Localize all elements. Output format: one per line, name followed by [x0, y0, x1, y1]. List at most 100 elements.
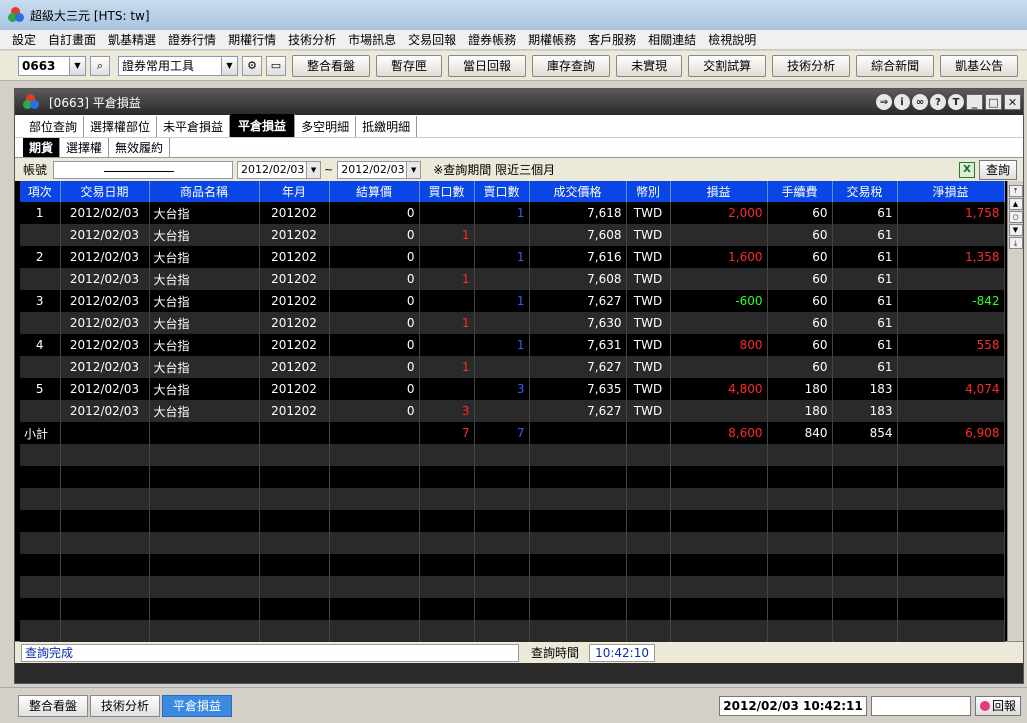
date-from-field[interactable]: 2012/02/03 ▼: [237, 160, 322, 179]
column-header[interactable]: 幣別: [626, 181, 671, 202]
menu-item[interactable]: 期權行情: [222, 31, 282, 48]
toolbar-button[interactable]: 技術分析: [772, 54, 851, 77]
menu-item[interactable]: 凱基精選: [102, 31, 162, 48]
table-row[interactable]: 2 2012/02/03 大台指 201202 0 1 7,616 TWD 1,600 60 61 1…: [20, 246, 1005, 268]
menu-item[interactable]: 期權帳務: [522, 31, 582, 48]
toolbar-button[interactable]: 凱基公告: [940, 54, 1019, 77]
bottom-tab[interactable]: 整合看盤: [18, 694, 89, 717]
tab-item[interactable]: 抵繳明細: [356, 116, 418, 137]
bottom-tab[interactable]: 平倉損益: [162, 694, 233, 717]
table-row[interactable]: 小計 7 7 8,600 840 854 6,908: [20, 422, 1005, 444]
table-row[interactable]: 3 2012/02/03 大台指 201202 0 1 7,627 TWD -600 60 61 -8…: [20, 290, 1005, 312]
empty-cell: [20, 444, 61, 466]
column-header[interactable]: 交易日期: [60, 181, 150, 202]
toolbar-button[interactable]: 未實現: [616, 54, 683, 77]
table-row[interactable]: 2012/02/03 大台指 201202 0 1 7,630 TWD 60 61: [20, 312, 1005, 334]
scroll-up-icon[interactable]: ▲: [1008, 198, 1023, 210]
minimize-icon[interactable]: _: [966, 94, 983, 110]
menu-item[interactable]: 設定: [6, 31, 42, 48]
menu-item[interactable]: 證券行情: [162, 31, 222, 48]
search-icon[interactable]: ⌕: [90, 55, 110, 76]
message-field[interactable]: [870, 695, 971, 716]
table-cell: TWD: [626, 400, 671, 422]
empty-cell: [20, 532, 61, 554]
bottom-tabs: 整合看盤 技術分析 平倉損益: [18, 694, 234, 717]
tab-item[interactable]: 部位查詢: [23, 116, 85, 137]
stock-code-combo[interactable]: 0663 ▼: [18, 55, 86, 76]
toolbar-button[interactable]: 當日回報: [448, 54, 527, 77]
toolbar-buttons: 整合看盤 暫存匣 當日回報 庫存查詢 未實現 交割試算 技術分析 綜合新聞 凱基公告: [286, 54, 1019, 77]
excel-export-icon[interactable]: X: [958, 161, 975, 178]
date-to-field[interactable]: 2012/02/03 ▼: [337, 160, 422, 179]
export-icon[interactable]: ⇒: [876, 94, 892, 110]
table-row[interactable]: 5 2012/02/03 大台指 201202 0 3 7,635 TWD 4,800 180 18…: [20, 378, 1005, 400]
results-table: 項次 交易日期 商品名稱 年月 結算價 買口數 賣口數 成交價格 幣別 損益 手續費 交易稅 淨損益 1…: [20, 181, 1005, 642]
empty-cell: [767, 620, 833, 642]
menu-item[interactable]: 證券帳務: [462, 31, 522, 48]
chevron-down-icon[interactable]: ▼: [69, 56, 85, 75]
toolbar-button[interactable]: 綜合新聞: [856, 54, 935, 77]
column-header[interactable]: 損益: [670, 181, 768, 202]
toolbar-button[interactable]: 交割試算: [688, 54, 767, 77]
chevron-down-icon[interactable]: ▼: [406, 161, 421, 178]
help-icon[interactable]: ?: [930, 94, 946, 110]
tab-item[interactable]: 選擇權部位: [84, 116, 158, 137]
table-row[interactable]: 1 2012/02/03 大台指 201202 0 1 7,618 TWD 2,000 60 61 1…: [20, 202, 1005, 224]
menu-item[interactable]: 檢視說明: [702, 31, 762, 48]
column-header[interactable]: 手續費: [767, 181, 833, 202]
tool-select-combo[interactable]: 證券常用工具 ▼: [118, 55, 238, 76]
table-cell: 大台指: [149, 224, 260, 246]
chevron-down-icon[interactable]: ▼: [306, 161, 321, 178]
scroll-bottom-icon[interactable]: ⤓: [1008, 237, 1023, 249]
tab-item[interactable]: 平倉損益: [230, 114, 296, 137]
subtab-item[interactable]: 選擇權: [60, 138, 110, 157]
info-icon[interactable]: i: [894, 94, 910, 110]
account-field[interactable]: [53, 160, 234, 179]
subtab-item[interactable]: 無效履約: [109, 138, 171, 157]
empty-row: [20, 532, 1005, 554]
toolbar-button[interactable]: 庫存查詢: [532, 54, 611, 77]
column-header[interactable]: 買口數: [419, 181, 475, 202]
column-header[interactable]: 淨損益: [897, 181, 1005, 202]
column-header[interactable]: 成交價格: [529, 181, 627, 202]
scroll-thumb[interactable]: ○: [1008, 211, 1023, 223]
maximize-icon[interactable]: □: [985, 94, 1002, 110]
table-row[interactable]: 2012/02/03 大台指 201202 0 1 7,608 TWD 60 61: [20, 268, 1005, 290]
vertical-scrollbar[interactable]: ⤒ ▲ ○ ▼ ⤓: [1007, 181, 1023, 641]
window-add-icon[interactable]: ▭: [266, 55, 286, 76]
menu-item[interactable]: 交易回報: [402, 31, 462, 48]
table-cell: 201202: [259, 312, 330, 334]
empty-cell: [60, 466, 150, 488]
query-button[interactable]: 查詢: [978, 159, 1017, 180]
tab-item[interactable]: 未平倉損益: [157, 116, 231, 137]
gear-icon[interactable]: ⚙: [242, 55, 262, 76]
subtab-item[interactable]: 期貨: [23, 138, 61, 157]
table-row[interactable]: 2012/02/03 大台指 201202 0 1 7,608 TWD 60 61: [20, 224, 1005, 246]
table-row[interactable]: 4 2012/02/03 大台指 201202 0 1 7,631 TWD 800 60 61 558: [20, 334, 1005, 356]
chevron-down-icon[interactable]: ▼: [221, 56, 237, 75]
column-header[interactable]: 商品名稱: [149, 181, 260, 202]
table-row[interactable]: 2012/02/03 大台指 201202 0 3 7,627 TWD 180 183: [20, 400, 1005, 422]
column-header[interactable]: 賣口數: [474, 181, 530, 202]
menu-item[interactable]: 市場訊息: [342, 31, 402, 48]
close-icon[interactable]: ✕: [1004, 94, 1021, 110]
column-header[interactable]: 年月: [259, 181, 330, 202]
link-icon[interactable]: ∞: [912, 94, 928, 110]
pin-icon[interactable]: T: [948, 94, 964, 110]
column-header[interactable]: 結算價: [329, 181, 420, 202]
table-row[interactable]: 2012/02/03 大台指 201202 0 1 7,627 TWD 60 61: [20, 356, 1005, 378]
bottom-tab[interactable]: 技術分析: [90, 694, 161, 717]
empty-cell: [329, 488, 420, 510]
column-header[interactable]: 項次: [20, 181, 61, 202]
menu-item[interactable]: 相關連結: [642, 31, 702, 48]
menu-item[interactable]: 技術分析: [282, 31, 342, 48]
column-header[interactable]: 交易稅: [832, 181, 898, 202]
scroll-top-icon[interactable]: ⤒: [1008, 185, 1023, 197]
toolbar-button[interactable]: 整合看盤: [292, 54, 371, 77]
reply-button[interactable]: 回報: [974, 695, 1021, 716]
menu-item[interactable]: 客戶服務: [582, 31, 642, 48]
tab-item[interactable]: 多空明細: [295, 116, 357, 137]
menu-item[interactable]: 自訂畫面: [42, 31, 102, 48]
scroll-down-icon[interactable]: ▼: [1008, 224, 1023, 236]
toolbar-button[interactable]: 暫存匣: [376, 54, 443, 77]
